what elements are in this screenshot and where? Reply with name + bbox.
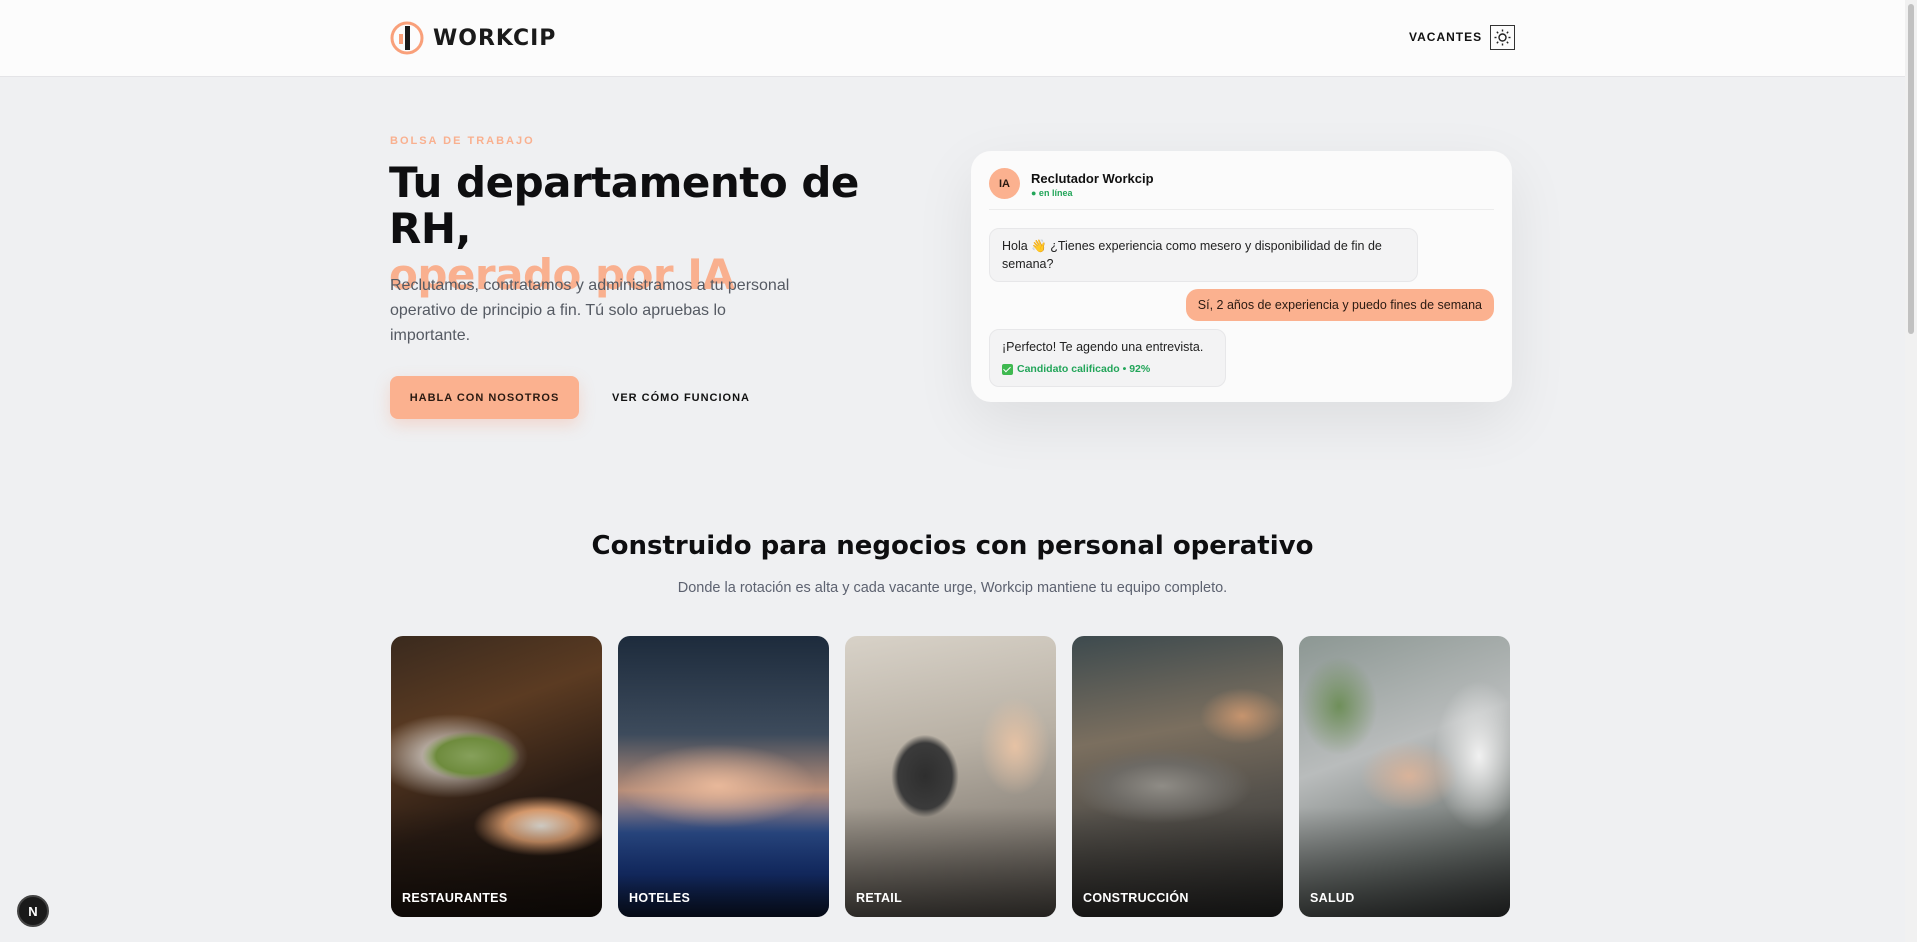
brand-logo[interactable]: WORKCIP	[389, 20, 556, 56]
brand-name: WORKCIP	[433, 25, 557, 51]
industry-card-hoteles[interactable]: HOTELES	[618, 636, 829, 917]
hero-eyebrow: BOLSA DE TRABAJO	[390, 135, 535, 147]
industry-card-label: HOTELES	[629, 891, 691, 905]
scrollbar-thumb[interactable]	[1908, 4, 1914, 334]
hero-title-line1: Tu departamento de RH,	[389, 158, 859, 253]
workcip-logo-icon	[390, 21, 424, 55]
recruiter-avatar: IA	[989, 168, 1020, 199]
sun-icon	[1494, 29, 1511, 46]
chat-header: IA Reclutador Workcip ● en línea	[989, 168, 1494, 210]
qualified-text: Candidato calificado • 92%	[1017, 363, 1151, 375]
site-header: WORKCIP VACANTES	[0, 0, 1905, 77]
chat-message-user: Sí, 2 años de experiencia y puedo fines …	[1185, 289, 1494, 321]
recruiter-name: Reclutador Workcip	[1031, 171, 1154, 186]
online-status: ● en línea	[1031, 188, 1073, 198]
industry-card-salud[interactable]: SALUD	[1299, 636, 1510, 917]
chat-message-bot: Hola 👋 ¿Tienes experiencia como mesero y…	[989, 228, 1418, 282]
industry-cards: RESTAURANTES HOTELES RETAIL CONSTRUCCIÓN…	[391, 636, 1510, 917]
chat-message-bot: ¡Perfecto! Te agendo una entrevista. Can…	[989, 329, 1226, 387]
industry-card-retail[interactable]: RETAIL	[845, 636, 1056, 917]
industries-title: Construido para negocios con personal op…	[591, 531, 1314, 561]
theme-toggle-button[interactable]	[1490, 25, 1515, 50]
dev-tools-badge[interactable]: N	[17, 895, 49, 927]
check-icon	[1002, 363, 1013, 375]
industry-card-restaurantes[interactable]: RESTAURANTES	[391, 636, 602, 917]
industries-subtitle: Donde la rotación es alta y cada vacante…	[677, 580, 1228, 596]
industry-card-construccion[interactable]: CONSTRUCCIÓN	[1072, 636, 1283, 917]
contact-us-button[interactable]: HABLA CON NOSOTROS	[390, 376, 579, 419]
how-it-works-link[interactable]: VER CÓMO FUNCIONA	[612, 392, 750, 404]
chat-message-text: ¡Perfecto! Te agendo una entrevista.	[1002, 340, 1204, 354]
industry-card-label: CONSTRUCCIÓN	[1083, 891, 1189, 905]
hero-description: Reclutamos, contratamos y administramos …	[390, 277, 790, 344]
industry-card-label: SALUD	[1310, 891, 1355, 905]
chat-preview-card: IA Reclutador Workcip ● en línea Hola 👋 …	[971, 151, 1512, 402]
industry-card-label: RESTAURANTES	[402, 891, 508, 905]
industry-card-label: RETAIL	[856, 891, 903, 905]
nav-vacantes-link[interactable]: VACANTES	[1409, 30, 1482, 44]
qualified-badge: Candidato calificado • 92%	[1002, 360, 1213, 378]
page-scrollbar[interactable]	[1905, 0, 1917, 942]
